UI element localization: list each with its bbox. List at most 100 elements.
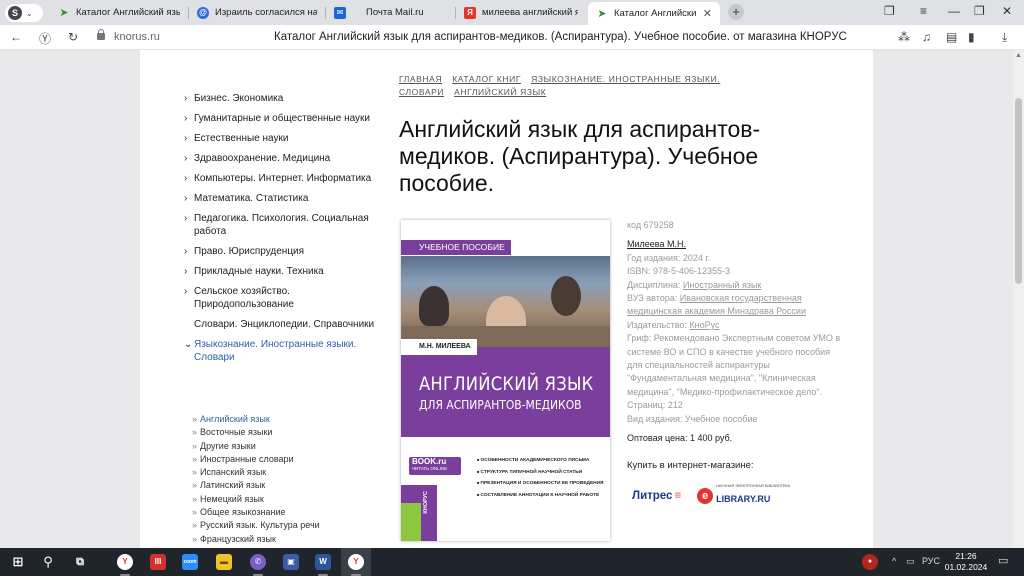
- knorus-icon: ➤: [59, 7, 69, 19]
- cover-author: М.Н. МИЛЕЕВА: [401, 339, 477, 355]
- tab-news[interactable]: @ Израиль согласился на пр: [189, 2, 325, 23]
- breadcrumb-link[interactable]: Главная: [399, 74, 442, 84]
- category-item[interactable]: › Прикладные науки. Техника: [184, 265, 384, 278]
- yandex-browser-icon[interactable]: Y: [117, 554, 133, 576]
- tab-yandex-search[interactable]: Я милеева английский язык: [456, 2, 586, 23]
- subcategory-item[interactable]: » Восточные языки: [192, 426, 320, 439]
- category-item[interactable]: › Право. Юриспруденция: [184, 245, 384, 258]
- book-cover[interactable]: УЧЕБНОЕ ПОСОБИЕ АНГЛИЙСКИЙ ЯЗЫК ДЛЯ АСПИ…: [401, 220, 610, 541]
- extensions-icon[interactable]: ⁂: [898, 30, 910, 44]
- product-code: код 679258: [627, 220, 674, 230]
- product-edition-type: Вид издания: Учебное пособие: [627, 413, 758, 424]
- restore-icon[interactable]: ❐: [974, 4, 985, 18]
- search-icon[interactable]: ⚲: [40, 554, 56, 570]
- category-item[interactable]: › Математика. Статистика: [184, 192, 384, 205]
- category-item[interactable]: › Педагогика. Психология. Социальная рабо…: [184, 212, 384, 238]
- subcategory-item[interactable]: » Испанский язык: [192, 466, 320, 479]
- subcategory-item[interactable]: » Иностранные словари: [192, 453, 320, 466]
- address-bar: ← Ⓨ ↻ knorus.ru Каталог Английский язык …: [0, 25, 1024, 50]
- category-item[interactable]: › Гуманитарные и общественные науки: [184, 112, 384, 125]
- close-window-icon[interactable]: ✕: [1002, 4, 1012, 18]
- chevron-down-icon: ⌄: [184, 339, 193, 350]
- publisher-link[interactable]: КноРус: [689, 320, 719, 330]
- file-explorer-icon[interactable]: ▬: [216, 554, 232, 570]
- subcategory-item[interactable]: » Другие языки: [192, 440, 320, 453]
- breadcrumb-link[interactable]: Английский язык: [454, 87, 546, 97]
- litres-logo-icon: ≡: [674, 489, 682, 502]
- category-item[interactable]: › Естественные науки: [184, 132, 384, 145]
- mail-icon: ✉: [334, 6, 346, 19]
- download-icon[interactable]: ⤓: [1002, 30, 1007, 45]
- cover-publisher-mark: КНОРУС: [423, 491, 429, 514]
- word-icon[interactable]: W: [315, 554, 331, 576]
- discipline-link[interactable]: Иностранный язык: [683, 280, 761, 290]
- back-icon[interactable]: ←: [10, 30, 22, 44]
- clock[interactable]: 21:26 01.02.2024: [942, 551, 990, 573]
- close-tab-icon[interactable]: ✕: [703, 7, 712, 20]
- product-price: Оптовая цена: 1 400 руб.: [627, 433, 733, 444]
- subcategory-item[interactable]: » Французский язык: [192, 533, 320, 546]
- new-tab-button[interactable]: +: [728, 4, 744, 20]
- litres-link[interactable]: Литрес ≡: [632, 490, 681, 502]
- category-item[interactable]: › Компьютеры. Интернет. Информатика: [184, 172, 384, 185]
- cover-bullets: ОСОБЕННОСТИ АКАДЕМИЧЕСКОГО ПИСЬМА СТРУКТ…: [477, 455, 604, 501]
- bookmark-icon[interactable]: ▮: [968, 30, 975, 44]
- cover-title-band: АНГЛИЙСКИЙ ЯЗЫК ДЛЯ АСПИРАНТОВ-МЕДИКОВ: [401, 347, 610, 437]
- scroll-up-icon[interactable]: ▲: [1015, 52, 1022, 59]
- windows-start-icon[interactable]: ⊞: [10, 554, 26, 570]
- chevron-right-icon: ›: [184, 133, 188, 144]
- chevron-right-icon: ›: [184, 286, 188, 297]
- breadcrumb-link[interactable]: Каталог книг: [452, 74, 521, 84]
- url-domain[interactable]: knorus.ru: [114, 31, 160, 43]
- subcategory-item[interactable]: » Общее языкознание: [192, 506, 320, 519]
- reload-icon[interactable]: ↻: [68, 30, 78, 44]
- chevron-right-icon: ›: [184, 266, 188, 277]
- yandex-browser-active-icon[interactable]: Y: [348, 554, 364, 576]
- scrollbar-thumb[interactable]: [1015, 98, 1022, 284]
- tray-chevron-icon[interactable]: ^: [892, 556, 896, 566]
- category-item-open[interactable]: ⌄ Языкознание. Иностранные языки. Словари: [184, 338, 384, 364]
- subcategory-item[interactable]: » Латинский язык: [192, 479, 320, 492]
- tab-label: милеева английский язык: [482, 7, 578, 18]
- task-view-icon[interactable]: ⧉: [72, 554, 88, 570]
- subcategory-item[interactable]: » Русский язык. Культура речи: [192, 519, 320, 532]
- menu-icon[interactable]: ≡: [920, 4, 927, 18]
- tabs-overview-icon[interactable]: ❐: [884, 4, 895, 18]
- product-isbn: ISBN: 978-5-406-12355-3: [627, 266, 731, 277]
- minimize-icon[interactable]: —: [948, 4, 960, 18]
- tab-mail[interactable]: ✉ Почта Mail.ru: [326, 2, 456, 23]
- yandex-home-icon[interactable]: Ⓨ: [39, 30, 51, 47]
- tab-knorus-active[interactable]: ➤ Каталог Английский язык ✕: [588, 2, 720, 25]
- lang-indicator[interactable]: РУС: [922, 556, 940, 566]
- chevron-right-icon: ›: [184, 173, 188, 184]
- save-app-icon[interactable]: ▣: [283, 554, 299, 570]
- tray-app-icon[interactable]: ●: [862, 554, 878, 570]
- elibrary-link[interactable]: e НАУЧНАЯ ЭЛЕКТРОННАЯ БИБЛИОТЕКА LIBRARY.…: [697, 484, 790, 507]
- lock-icon: [97, 29, 105, 40]
- page-scrollbar[interactable]: ▲: [1013, 50, 1024, 548]
- tab-knorus-1[interactable]: ➤ Каталог Английский язык: [50, 2, 188, 23]
- product-grif: Гриф: Рекомендовано Экспертным советом У…: [627, 333, 841, 397]
- reader-icon[interactable]: ▤: [946, 30, 957, 44]
- author-link[interactable]: Милеева М.Н.: [627, 238, 843, 251]
- buy-label: Купить в интернет-магазине:: [627, 459, 754, 471]
- product-university: ВУЗ автора: Ивановская государственная м…: [627, 293, 806, 317]
- notifications-icon[interactable]: ▭: [998, 554, 1008, 567]
- breadcrumb: Главная Каталог книг Языкознание. Иностран…: [399, 73, 839, 99]
- app-red-icon[interactable]: III: [150, 554, 166, 570]
- profile-icon: S: [8, 6, 22, 20]
- zoom-icon[interactable]: zoom: [182, 554, 198, 570]
- subcategory-item[interactable]: » Английский язык: [192, 413, 320, 426]
- breadcrumb-link[interactable]: Языкознание. Иностранные языки. Словари: [399, 74, 720, 97]
- viber-icon[interactable]: ✆: [250, 554, 266, 576]
- category-item[interactable]: Словари. Энциклопедии. Справочники: [184, 318, 384, 331]
- profile-switcher[interactable]: S ⌄: [5, 4, 43, 22]
- headphones-icon[interactable]: ♫: [922, 30, 931, 44]
- category-item[interactable]: › Бизнес. Экономика: [184, 92, 384, 105]
- category-item[interactable]: › Сельское хозяйство. Природопользование: [184, 285, 384, 311]
- network-icon[interactable]: ▭: [906, 556, 915, 567]
- category-item[interactable]: › Здравоохранение. Медицина: [184, 152, 384, 165]
- cover-series-label: УЧЕБНОЕ ПОСОБИЕ: [401, 240, 511, 255]
- subcategory-item[interactable]: » Немецкий язык: [192, 493, 320, 506]
- address-page-title[interactable]: Каталог Английский язык для аспирантов-м…: [274, 31, 847, 43]
